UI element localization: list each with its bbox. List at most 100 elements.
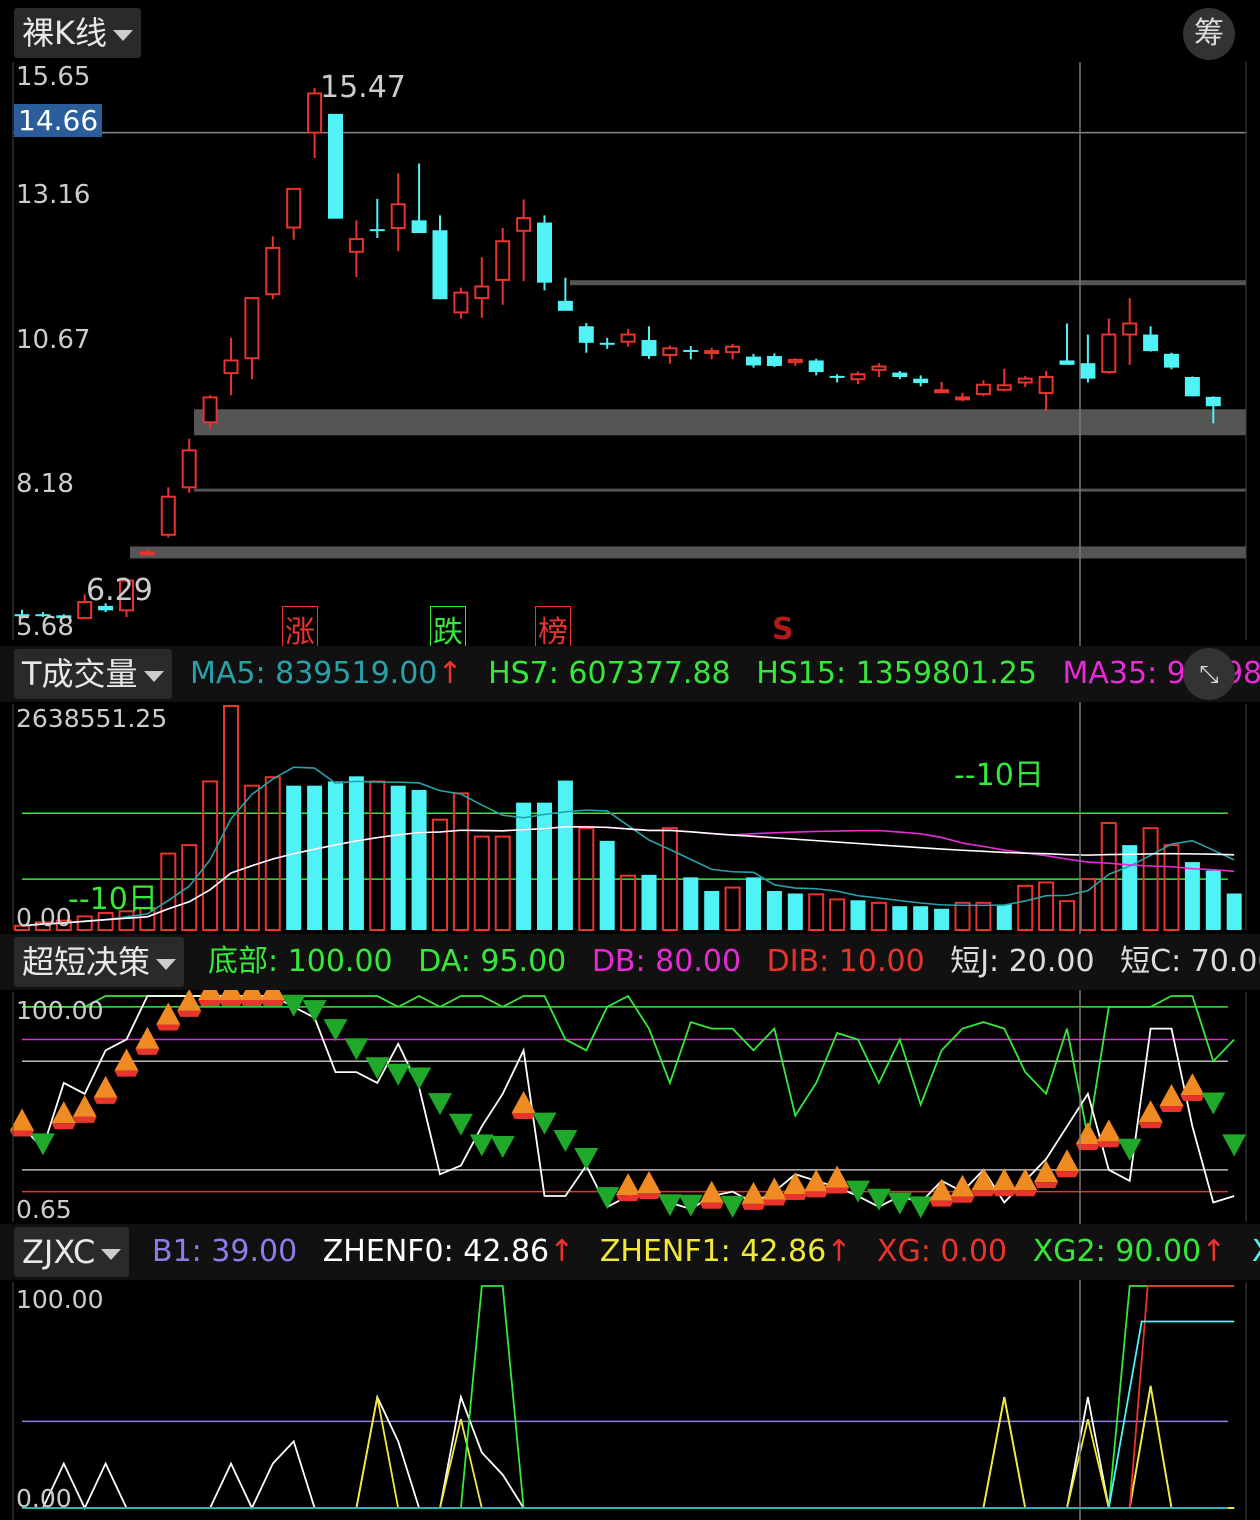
stock-chart-canvas[interactable] xyxy=(0,0,1260,1520)
legend-short-c: 短C: 70.00 xyxy=(1120,944,1260,979)
rise-triangle-base xyxy=(825,1187,850,1194)
candle-body-up xyxy=(495,240,511,281)
volume-bar-down xyxy=(1226,893,1242,930)
rise-triangle-marker xyxy=(93,1075,118,1098)
rise-triangle-marker xyxy=(156,1002,181,1025)
decision-header: 超短决策 底部: 100.00 DA: 95.00 DB: 80.00 DIB:… xyxy=(0,934,1260,990)
fall-triangle-marker xyxy=(887,1192,912,1215)
volume-bar-up xyxy=(1059,900,1075,932)
candle-body-up xyxy=(850,373,866,381)
rise-triangle-marker xyxy=(1159,1083,1184,1106)
zhenf1-line xyxy=(22,1385,1235,1509)
candle-body-up xyxy=(202,396,218,424)
candle-body-up xyxy=(996,384,1012,391)
volume-bar-down xyxy=(746,877,761,930)
rise-triangle-marker xyxy=(616,1173,641,1196)
legend-hs7: HS7: 607377.88 xyxy=(488,656,731,691)
volume-bar-up xyxy=(870,901,887,931)
volume-bar-down xyxy=(913,906,929,930)
candle-body-up xyxy=(223,359,239,375)
rise-triangle-base xyxy=(1180,1095,1205,1102)
kline-y-tick: 10.67 xyxy=(16,325,91,355)
zjxc-legend: B1: 39.00 ZHENF0: 42.86↑ ZHENF1: 42.86↑ … xyxy=(152,1224,1260,1280)
legend-bottom: 底部: 100.00 xyxy=(208,944,393,979)
rise-triangle-base xyxy=(1096,1141,1121,1148)
legend-short-j: 短J: 20.00 xyxy=(950,944,1095,979)
chevron-down-icon xyxy=(101,1248,122,1260)
fall-triangle-marker xyxy=(553,1130,578,1153)
candle-body-down xyxy=(683,349,699,352)
volume-top-tick: 2638551.25 xyxy=(16,704,168,733)
rise-triangle-marker xyxy=(637,1170,661,1193)
candle-body-up xyxy=(1101,333,1117,374)
rise-triangle-marker xyxy=(825,1165,850,1188)
chevron-down-icon xyxy=(156,958,177,970)
volume-bar-down xyxy=(557,780,573,930)
volume-bar-down xyxy=(934,908,950,930)
rise-triangle-base xyxy=(1013,1190,1038,1197)
volume-annotation-right: --10日 xyxy=(954,758,1044,793)
fall-triangle-marker xyxy=(407,1067,432,1090)
marker-sell: S xyxy=(772,612,794,647)
volume-bar-down xyxy=(641,874,657,930)
volume-bar-up xyxy=(1038,881,1055,931)
volume-selector-label: T成交量 xyxy=(22,655,138,693)
legend-ma5: MA5: 839519.00↑ xyxy=(190,656,463,691)
rise-triangle-base xyxy=(992,1190,1017,1197)
volume-bar-down xyxy=(1122,845,1138,930)
candle-body-down xyxy=(829,375,845,378)
rise-triangle-base xyxy=(762,1199,787,1206)
volume-bottom-tick: 0.00 xyxy=(16,903,72,932)
kline-high-label: 15.47 xyxy=(320,70,406,105)
zjxc-header: ZJXC B1: 39.00 ZHENF0: 42.86↑ ZHENF1: 42… xyxy=(0,1224,1260,1280)
legend-xg2: XG2: 90.00↑ xyxy=(1032,1234,1227,1269)
volume-bar-up xyxy=(76,915,93,932)
fall-triangle-marker xyxy=(344,1038,369,1061)
chevron-down-icon xyxy=(143,670,164,682)
volume-bar-down xyxy=(766,890,782,930)
candle-body-up xyxy=(139,551,155,556)
volume-bar-down xyxy=(892,906,908,930)
legend-da: DA: 95.00 xyxy=(418,944,567,979)
rise-triangle-base xyxy=(177,1010,202,1017)
candle-body-up xyxy=(1017,377,1033,384)
volume-bar-down xyxy=(328,781,343,930)
volume-bar-up xyxy=(369,780,386,931)
candle-body-down xyxy=(892,372,908,377)
rise-triangle-base xyxy=(198,1000,223,1006)
volume-bar-up xyxy=(160,852,177,931)
rise-triangle-marker xyxy=(114,1048,139,1071)
volume-bar-up xyxy=(202,780,219,931)
candle-body-down xyxy=(913,378,929,384)
fall-triangle-marker xyxy=(469,1134,494,1157)
candle-body-up xyxy=(181,449,197,489)
volume-bar-down xyxy=(996,904,1012,930)
rise-triangle-marker xyxy=(1138,1100,1163,1123)
rise-triangle-marker xyxy=(1034,1160,1059,1183)
volume-selector[interactable]: T成交量 xyxy=(14,649,172,699)
rise-triangle-base xyxy=(1138,1122,1163,1129)
volume-bar-down xyxy=(683,877,699,930)
zjxc-selector[interactable]: ZJXC xyxy=(14,1227,130,1277)
legend-xg3: XG3: 0.0 xyxy=(1252,1234,1260,1269)
candle-body-down xyxy=(369,229,385,232)
candle-body-down xyxy=(641,340,657,357)
candle-body-up xyxy=(1038,375,1054,394)
rise-triangle-base xyxy=(637,1192,661,1199)
rise-triangle-base xyxy=(971,1190,996,1197)
kline-low-label: 6.29 xyxy=(86,573,153,608)
volume-bar-up xyxy=(1017,884,1034,931)
volume-bar-up xyxy=(264,776,281,931)
candle-body-up xyxy=(286,187,302,229)
volume-bar-up xyxy=(432,818,448,932)
volume-bar-down xyxy=(1184,862,1200,930)
support-level-band xyxy=(194,409,1246,436)
decision-selector[interactable]: 超短决策 xyxy=(14,937,185,987)
fall-triangle-marker xyxy=(1222,1134,1247,1157)
volume-annotation-left: --10日 xyxy=(68,882,158,917)
decision-legend: 底部: 100.00 DA: 95.00 DB: 80.00 DIB: 10.0… xyxy=(208,934,1260,990)
candle-body-down xyxy=(808,360,824,373)
expand-icon[interactable]: ⤡ xyxy=(1183,648,1235,700)
volume-bar-down xyxy=(599,840,615,930)
volume-panel xyxy=(14,705,1242,932)
